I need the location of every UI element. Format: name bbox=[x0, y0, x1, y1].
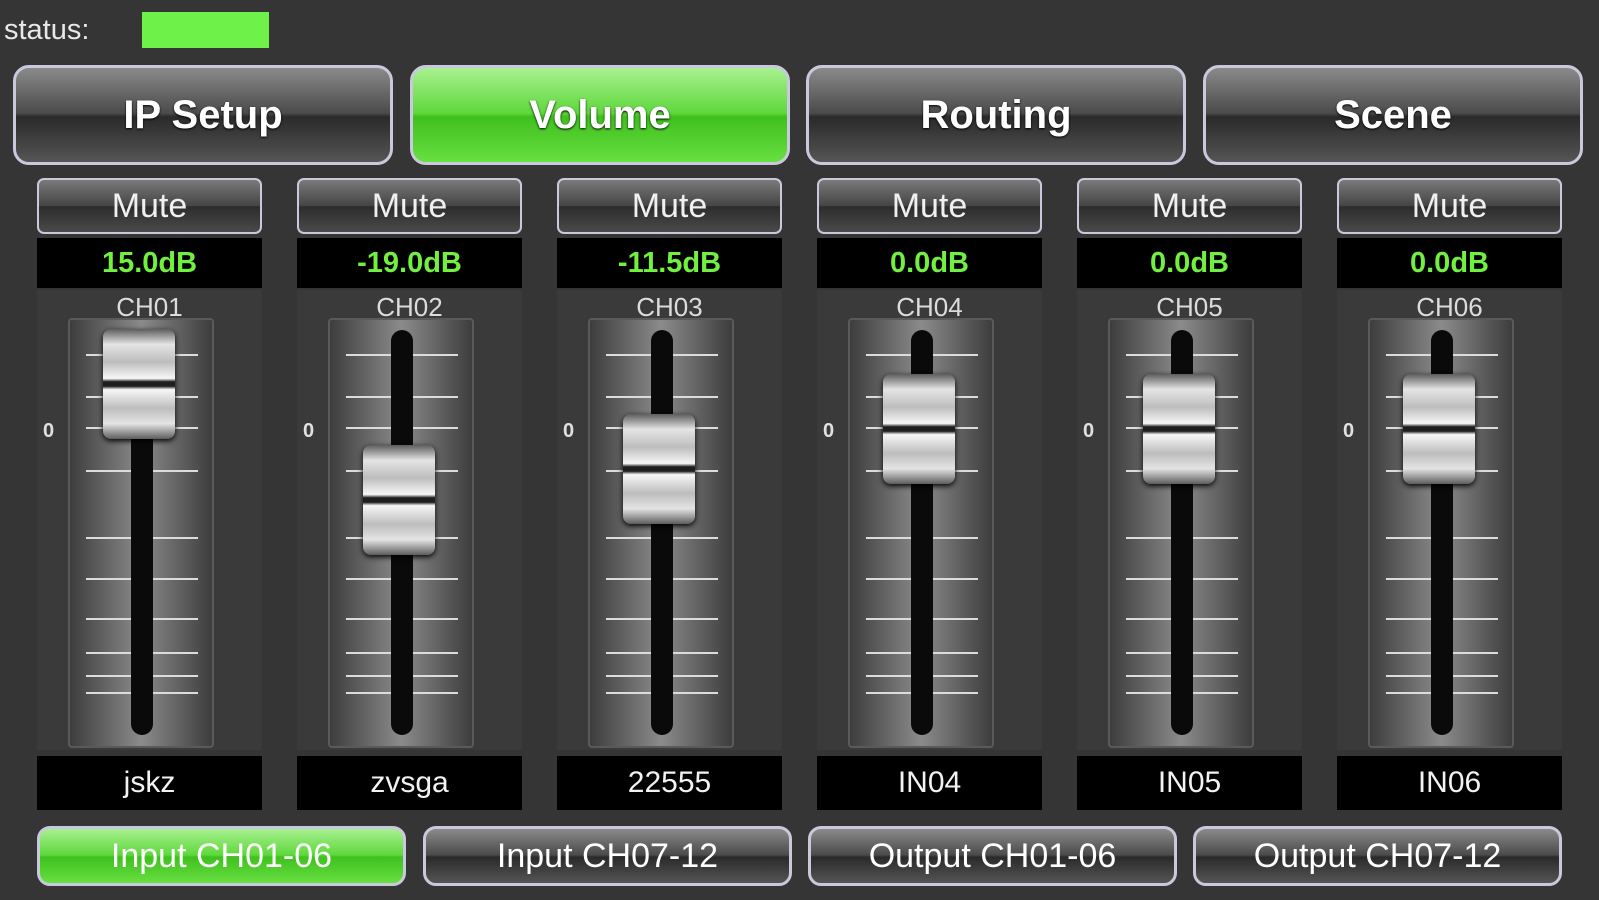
page-output-ch01-06[interactable]: Output CH01-06 bbox=[808, 826, 1177, 886]
mute-button[interactable]: Mute bbox=[297, 178, 522, 234]
fader-knob[interactable] bbox=[623, 414, 695, 524]
channel-name[interactable]: jskz bbox=[37, 756, 262, 810]
status-indicator bbox=[142, 12, 269, 48]
mute-button[interactable]: Mute bbox=[817, 178, 1042, 234]
tab-ip-setup[interactable]: IP Setup bbox=[13, 65, 393, 165]
zero-db-mark: 0 bbox=[563, 420, 575, 442]
channel-strip-ch01: Mute 15.0dB CH01 0 jskz bbox=[37, 178, 262, 810]
fader-knob[interactable] bbox=[103, 329, 175, 439]
channel-strip-ch02: Mute -19.0dB CH02 0 zvsga bbox=[297, 178, 522, 810]
zero-db-mark: 0 bbox=[1343, 420, 1355, 442]
channel-strip-ch04: Mute 0.0dB CH04 0 IN04 bbox=[817, 178, 1042, 810]
tab-scene[interactable]: Scene bbox=[1203, 65, 1583, 165]
channel-strip-ch06: Mute 0.0dB CH06 0 IN06 bbox=[1337, 178, 1562, 810]
page-input-ch07-12[interactable]: Input CH07-12 bbox=[423, 826, 792, 886]
channel-strip-ch03: Mute -11.5dB CH03 0 22555 bbox=[557, 178, 782, 810]
mute-button[interactable]: Mute bbox=[1077, 178, 1302, 234]
fader-slot bbox=[651, 330, 673, 735]
fader-knob[interactable] bbox=[1403, 374, 1475, 484]
zero-db-mark: 0 bbox=[823, 420, 835, 442]
mute-button[interactable]: Mute bbox=[37, 178, 262, 234]
db-readout: 15.0dB bbox=[37, 238, 262, 288]
zero-db-mark: 0 bbox=[43, 420, 55, 442]
channel-name[interactable]: IN05 bbox=[1077, 756, 1302, 810]
fader-knob[interactable] bbox=[1143, 374, 1215, 484]
page-output-ch07-12[interactable]: Output CH07-12 bbox=[1193, 826, 1562, 886]
channel-name[interactable]: IN06 bbox=[1337, 756, 1562, 810]
zero-db-mark: 0 bbox=[303, 420, 315, 442]
db-readout: -19.0dB bbox=[297, 238, 522, 288]
channel-name[interactable]: zvsga bbox=[297, 756, 522, 810]
zero-db-mark: 0 bbox=[1083, 420, 1095, 442]
tab-volume[interactable]: Volume bbox=[410, 65, 790, 165]
channel-name[interactable]: 22555 bbox=[557, 756, 782, 810]
channel-name[interactable]: IN04 bbox=[817, 756, 1042, 810]
page-input-ch01-06[interactable]: Input CH01-06 bbox=[37, 826, 406, 886]
channel-strip-ch05: Mute 0.0dB CH05 0 IN05 bbox=[1077, 178, 1302, 810]
fader-knob[interactable] bbox=[883, 374, 955, 484]
mute-button[interactable]: Mute bbox=[557, 178, 782, 234]
tab-routing[interactable]: Routing bbox=[806, 65, 1186, 165]
db-readout: 0.0dB bbox=[1337, 238, 1562, 288]
db-readout: 0.0dB bbox=[817, 238, 1042, 288]
fader-knob[interactable] bbox=[363, 445, 435, 555]
db-readout: -11.5dB bbox=[557, 238, 782, 288]
db-readout: 0.0dB bbox=[1077, 238, 1302, 288]
status-label: status: bbox=[4, 14, 90, 46]
mute-button[interactable]: Mute bbox=[1337, 178, 1562, 234]
